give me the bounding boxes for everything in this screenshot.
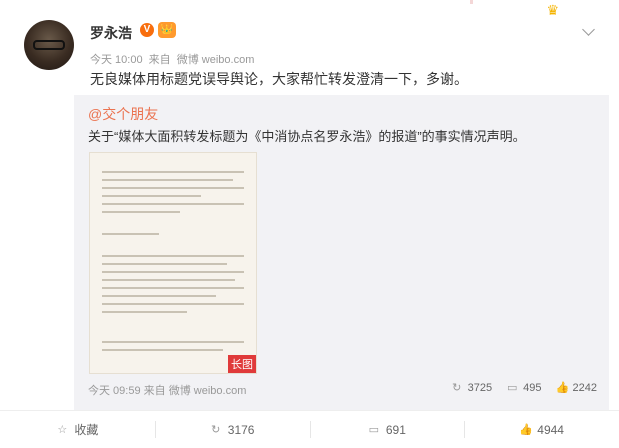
repost-button[interactable]: ↻ 3176 <box>154 411 310 448</box>
quoted-author[interactable]: @交个朋友 <box>88 104 158 124</box>
post-source[interactable]: 微博 weibo.com <box>177 54 255 66</box>
repost-icon: ↻ <box>211 423 221 436</box>
comment-button[interactable]: ▭ 691 <box>309 411 465 448</box>
thumbs-up-icon: 👍 <box>519 423 533 436</box>
thumbs-up-icon: 👍 <box>555 382 570 394</box>
quoted-comment-count: 495 <box>523 382 542 394</box>
quoted-comment[interactable]: ▭ 495 <box>506 382 542 394</box>
quoted-like-count: 2242 <box>572 382 597 394</box>
quoted-source[interactable]: 微博 weibo.com <box>169 385 247 397</box>
post-time[interactable]: 今天 10:00 <box>90 54 143 66</box>
author-name[interactable]: 罗永浩 <box>90 23 132 43</box>
crown-icon: ♛ <box>546 2 559 18</box>
quoted-text: 关于“媒体大面积转发标题为《中消协点名罗永浩》的报道”的事实情况声明。 <box>88 129 526 144</box>
star-icon: ☆ <box>57 423 68 436</box>
thumbnail-text-block <box>102 335 244 357</box>
like-button[interactable]: 👍 4944 <box>464 411 619 448</box>
quoted-meta: 今天 09:59 来自 微博 weibo.com <box>88 382 246 398</box>
long-image-thumbnail[interactable]: 长图 <box>89 152 257 374</box>
post-text: 无良媒体用标题党误导舆论，大家帮忙转发澄清一下，多谢。 <box>90 71 468 87</box>
favorite-label: 收藏 <box>74 423 99 437</box>
member-badge: 👑 <box>158 22 176 38</box>
quoted-post[interactable]: @交个朋友 关于“媒体大面积转发标题为《中消协点名罗永浩》的报道”的事实情况声明… <box>74 95 609 410</box>
quoted-repost-count: 3725 <box>467 382 493 394</box>
long-image-tag: 长图 <box>228 355 256 373</box>
weibo-post-card: ♛ 罗永浩 V 👑 今天 10:00 来自 微博 weibo.com 无良媒体用… <box>0 0 619 447</box>
comment-icon: ▭ <box>368 423 380 436</box>
chevron-down-icon[interactable] <box>582 23 595 36</box>
post-via: 来自 <box>148 54 171 66</box>
thumbnail-text-block <box>102 165 244 219</box>
repost-icon: ↻ <box>452 382 462 394</box>
quoted-repost[interactable]: ↻ 3725 <box>451 382 492 394</box>
top-decoration <box>470 0 473 4</box>
quoted-time[interactable]: 今天 09:59 <box>88 385 141 397</box>
repost-count: 3176 <box>227 422 255 437</box>
quoted-like[interactable]: 👍 2242 <box>556 382 597 394</box>
like-count: 4944 <box>537 422 564 437</box>
thumbnail-text-block <box>102 227 244 241</box>
verified-badge: V <box>140 23 154 37</box>
action-bar: ☆ 收藏 ↻ 3176 ▭ 691 👍 4944 <box>0 410 619 448</box>
quoted-stats: ↻ 3725 ▭ 495 👍 2242 <box>451 382 597 394</box>
quoted-via: 来自 <box>143 385 166 397</box>
comment-icon: ▭ <box>506 382 518 394</box>
avatar-glasses <box>33 40 65 50</box>
comment-count: 691 <box>385 422 406 437</box>
favorite-button[interactable]: ☆ 收藏 <box>0 411 155 448</box>
post-meta: 今天 10:00 来自 微博 weibo.com <box>90 51 257 67</box>
thumbnail-text-block <box>102 249 244 319</box>
avatar[interactable] <box>24 20 74 70</box>
